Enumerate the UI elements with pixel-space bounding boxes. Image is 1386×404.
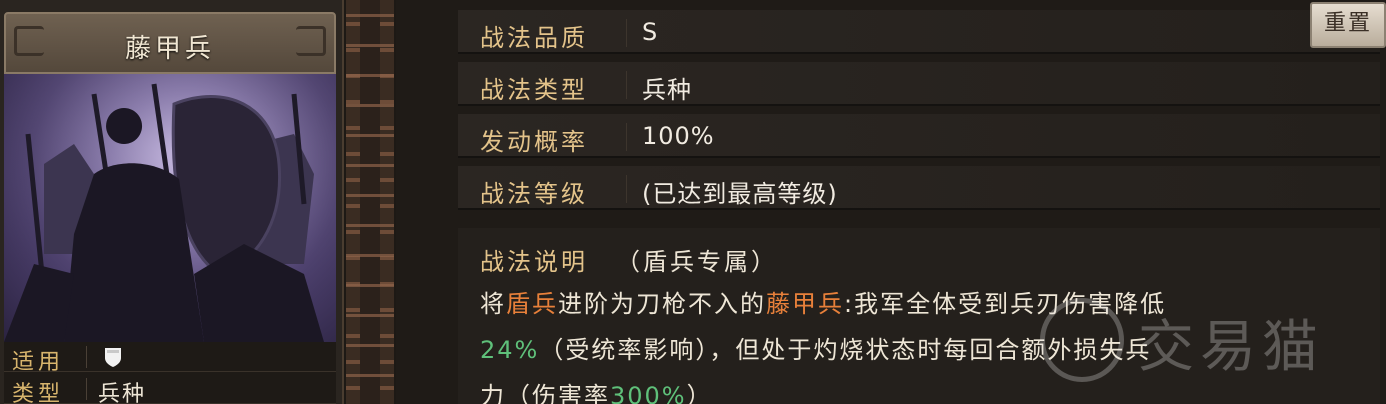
info-label: 类型 <box>12 382 65 404</box>
row-value: S <box>642 18 659 46</box>
row-type: 战法类型 兵种 <box>458 62 1380 106</box>
row-label: 战法类型 <box>480 76 588 104</box>
card-title-bar: 藤甲兵 <box>4 12 336 74</box>
row-value: (已达到最高等级) <box>642 180 838 208</box>
row-quality: 战法品质 S <box>458 10 1380 54</box>
info-label: 适用 <box>12 350 65 375</box>
card-artwork <box>4 74 336 342</box>
description-label: 战法说明 <box>480 248 588 276</box>
info-row-applicable: 适用 <box>4 342 336 375</box>
row-label: 战法品质 <box>480 24 588 52</box>
description-line-1: 将盾兵进阶为刀枪不入的藤甲兵:我军全体受到兵刃伤害降低 <box>480 290 1167 318</box>
card-info: 适用 类型 兵种 <box>4 342 336 404</box>
description-line-2: 24%（受统率影响），但处于灼烧状态时每回合额外损失兵 <box>480 336 1152 364</box>
value-highlight: 24% <box>480 336 540 364</box>
row-value: 100% <box>642 122 715 150</box>
row-trigger-rate: 发动概率 100% <box>458 114 1380 158</box>
row-label: 发动概率 <box>480 128 588 156</box>
troop-keyword: 盾兵 <box>506 290 558 318</box>
info-value: 兵种 <box>98 382 147 404</box>
row-value: 兵种 <box>642 76 692 104</box>
tactic-detail-panel: 战法品质 S 战法类型 兵种 发动概率 100% 战法等级 (已达到最高等级) … <box>396 0 1386 404</box>
reset-button[interactable]: 重置 <box>1310 2 1386 48</box>
row-level: 战法等级 (已达到最高等级) <box>458 166 1380 210</box>
troop-keyword: 藤甲兵 <box>766 290 844 318</box>
info-row-type: 类型 兵种 <box>4 374 336 404</box>
row-label: 战法等级 <box>480 180 588 208</box>
value-highlight: 300% <box>610 382 687 404</box>
description-tag: （盾兵专属） <box>616 248 778 276</box>
card-title: 藤甲兵 <box>124 34 215 64</box>
description-line-3: 力（伤害率300%） <box>480 376 713 404</box>
description-header: 战法说明 （盾兵专属） <box>480 242 778 277</box>
tactic-description: 战法说明 （盾兵专属） 将盾兵进阶为刀枪不入的藤甲兵:我军全体受到兵刃伤害降低 2… <box>458 228 1380 404</box>
wooden-rail-divider <box>346 0 394 404</box>
shield-icon <box>105 348 121 367</box>
tactic-card: 藤甲兵 适用 类型 兵种 <box>0 0 344 404</box>
